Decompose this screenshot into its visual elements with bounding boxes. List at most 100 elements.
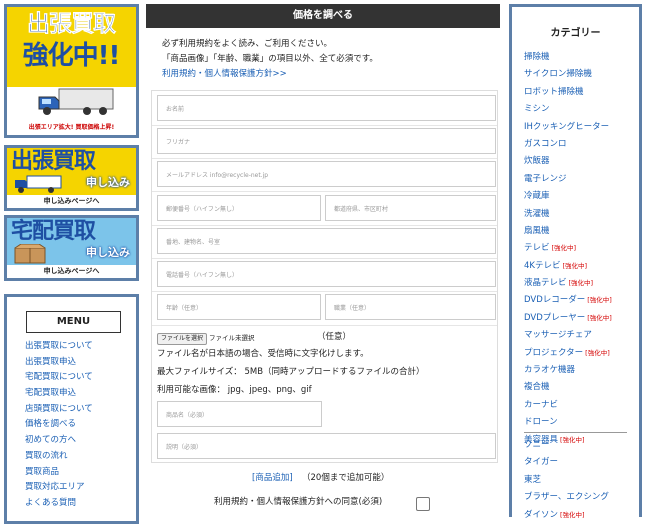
divider — [152, 125, 497, 126]
cardboard-box-icon — [14, 244, 46, 264]
address-input[interactable]: 番地、建物名、号室 — [157, 228, 496, 254]
category-link[interactable]: 複合機 — [524, 382, 550, 392]
category-item: IHクッキングヒーター — [524, 119, 612, 136]
furigana-input[interactable]: フリガナ — [157, 128, 496, 154]
category-link[interactable]: 洗濯機 — [524, 209, 550, 219]
category-link[interactable]: 炊飯器 — [524, 156, 550, 166]
add-product-note: （20個まで追加可能） — [302, 473, 390, 483]
category-item: ソニー — [524, 437, 609, 454]
brand-list: ソニー タイガー 東芝 ブラザー、エクシング ダイソン [強化中] — [524, 437, 609, 524]
menu-item: 買取商品 — [25, 465, 93, 481]
banner-title: 出張買取 — [11, 149, 96, 174]
category-link[interactable]: ガスコンロ — [524, 139, 567, 149]
category-link[interactable]: DVDレコーダー — [524, 295, 585, 305]
category-link[interactable]: カーナビ — [524, 400, 558, 410]
left-sidebar: 出張買取 強化中!! 出張エリア拡大! 買取価格上昇! 出張買取 申し込み 申し… — [0, 0, 143, 524]
menu-link[interactable]: 店頭買取について — [25, 404, 93, 414]
menu-link[interactable]: 出張買取について — [25, 341, 93, 351]
delivery-truck-icon — [15, 175, 62, 193]
category-link[interactable]: 掃除機 — [524, 52, 550, 62]
category-link[interactable]: 4Kテレビ — [524, 261, 560, 271]
menu-link[interactable]: 出張買取申込 — [25, 357, 76, 367]
intro-required-text: 「商品画像」「年齢、職業」の項目以外、全て必須です。 — [162, 54, 378, 64]
category-link[interactable]: テレビ — [524, 243, 550, 253]
menu-link[interactable]: 初めての方へ — [25, 435, 76, 445]
category-link[interactable]: ソニー — [524, 440, 550, 450]
category-link[interactable]: ロボット掃除機 — [524, 87, 584, 97]
category-item: テレビ [強化中] — [524, 240, 612, 257]
filesize-note: 最大ファイルサイズ： 5MB（同時アップロードするファイルの合計） — [157, 367, 425, 377]
boost-tag: [強化中] — [560, 510, 585, 519]
category-link[interactable]: プロジェクター — [524, 348, 583, 358]
menu-item: 宅配買取申込 — [25, 386, 93, 402]
boost-tag: [強化中] — [587, 296, 612, 305]
category-link[interactable]: カラオケ機器 — [524, 365, 575, 375]
banner-headline: 出張買取 — [27, 11, 117, 38]
boost-tag: [強化中] — [587, 313, 612, 322]
age-input[interactable]: 年齢（任意） — [157, 294, 321, 320]
category-item: カーナビ — [524, 397, 612, 414]
category-link[interactable]: 電子レンジ — [524, 174, 567, 184]
filetype-note: 利用可能な画像： jpg、jpeg、png、gif — [157, 385, 312, 395]
dispatch-campaign-banner[interactable]: 出張買取 強化中!! 出張エリア拡大! 買取価格上昇! — [4, 4, 139, 138]
divider — [152, 258, 497, 259]
category-link[interactable]: サイクロン掃除機 — [524, 69, 592, 79]
category-link[interactable]: マッサージチェア — [524, 330, 592, 340]
product-name-input[interactable]: 商品名（必須） — [157, 401, 322, 427]
menu-link[interactable]: 宅配買取について — [25, 372, 93, 382]
category-item: カラオケ機器 — [524, 362, 612, 379]
menu-item: 出張買取申込 — [25, 355, 93, 371]
menu-link[interactable]: 宅配買取申込 — [25, 388, 76, 398]
agree-checkbox[interactable] — [416, 497, 430, 511]
banner-link-text: 申し込みページへ — [7, 195, 136, 208]
category-title: カテゴリー — [550, 28, 601, 39]
category-link[interactable]: ミシン — [524, 104, 550, 114]
phone-input[interactable]: 電話番号（ハイフン無し） — [157, 261, 496, 287]
email-input[interactable]: メールアドレス info@recycle-net.jp — [157, 161, 496, 187]
terms-link[interactable]: 利用規約・個人情報保護方針>> — [162, 68, 287, 80]
banner-link-text: 申し込みページへ — [7, 265, 136, 278]
category-link[interactable]: IHクッキングヒーター — [524, 122, 609, 132]
dispatch-purchase-banner[interactable]: 出張買取 申し込み 申し込みページへ — [4, 145, 139, 211]
category-link[interactable]: 冷蔵庫 — [524, 191, 550, 201]
zip-input[interactable]: 郵便番号（ハイフン無し） — [157, 195, 321, 221]
category-link[interactable]: ブラザー、エクシング — [524, 492, 609, 502]
name-input[interactable]: お名前 — [157, 95, 496, 121]
menu-item: 価格を調べる — [25, 417, 93, 433]
file-choose-button[interactable]: ファイルを選択 — [157, 333, 208, 345]
menu-link[interactable]: よくある質問 — [25, 498, 76, 508]
job-input[interactable]: 職業（任意） — [325, 294, 496, 320]
category-link[interactable]: タイガー — [524, 457, 558, 467]
price-inquiry-form: お名前 フリガナ メールアドレス info@recycle-net.jp 郵便番… — [151, 90, 498, 463]
menu-link[interactable]: 買取対応エリア — [25, 482, 85, 492]
banner-caption: 出張エリア拡大! 買取価格上昇! — [28, 124, 115, 131]
menu-link[interactable]: 価格を調べる — [25, 419, 76, 429]
menu-item: 買取の流れ — [25, 449, 93, 465]
mail-purchase-banner[interactable]: 宅配買取 申し込み 申し込みページへ — [4, 215, 139, 281]
intro-text: 必ず利用規約をよく読み、ご利用ください。 — [162, 39, 333, 49]
category-item: マッサージチェア — [524, 327, 612, 344]
filename-note: ファイル名が日本語の場合、受信時に文字化けします。 — [157, 349, 369, 359]
menu-link[interactable]: 買取の流れ — [25, 451, 68, 461]
category-link[interactable]: 扇風機 — [524, 226, 550, 236]
menu-title: MENU — [26, 311, 121, 333]
category-link[interactable]: DVDプレーヤー — [524, 313, 585, 323]
add-product-link[interactable]: [商品追加] — [252, 472, 293, 484]
category-link[interactable]: ダイソン — [524, 510, 558, 520]
category-item: ダイソン [強化中] — [524, 507, 609, 524]
divider — [152, 291, 497, 292]
menu-panel: MENU 出張買取について 出張買取申込宅配買取について 宅配買取申込店頭買取につい… — [4, 294, 139, 524]
prefecture-input[interactable]: 都道府県、市区町村 — [325, 195, 496, 221]
category-link[interactable]: 液晶テレビ — [524, 278, 567, 288]
category-item: 掃除機 — [524, 49, 612, 66]
menu-link[interactable]: 買取商品 — [25, 467, 59, 477]
category-link[interactable]: 東芝 — [524, 475, 541, 485]
main-content: 価格を調べる 必ず利用規約をよく読み、ご利用ください。 「商品画像」「年齢、職業… — [146, 0, 500, 517]
menu-item: 初めての方へ — [25, 433, 93, 449]
boost-tag: [強化中] — [562, 261, 588, 270]
menu-item: 店頭買取について — [25, 402, 93, 418]
description-input[interactable]: 説明（必須） — [157, 433, 496, 459]
menu-item: よくある質問 — [25, 496, 93, 512]
category-item: タイガー — [524, 454, 609, 471]
category-link[interactable]: ドローン — [524, 417, 558, 427]
